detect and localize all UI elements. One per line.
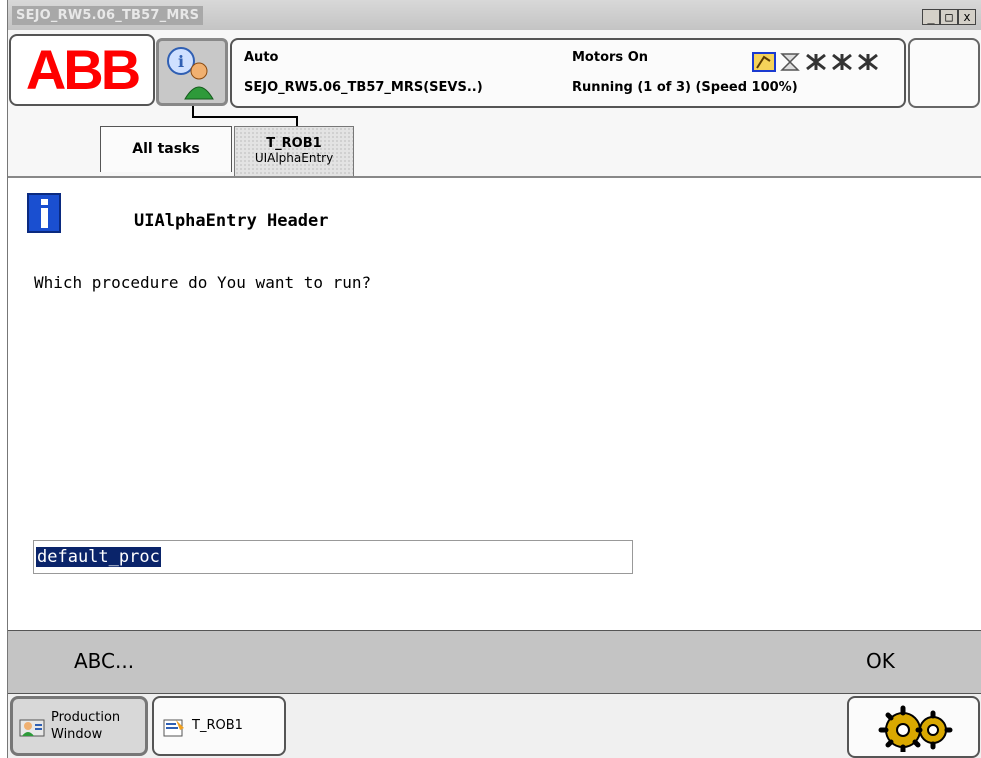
connector-line — [296, 116, 298, 126]
production-window-icon — [19, 719, 45, 737]
ok-button[interactable]: OK — [866, 649, 895, 673]
taskbar: Production Window T_ROB1 — [8, 694, 981, 758]
abb-logo: ABB — [25, 38, 141, 101]
program-state: Running (1 of 3) (Speed 100%) — [572, 80, 798, 95]
procedure-input[interactable]: default_proc — [33, 540, 633, 574]
abc-button[interactable]: ABC... — [74, 649, 134, 673]
tab-t-rob1-sublabel: UIAlphaEntry — [254, 151, 334, 165]
hourglass-icon — [780, 53, 800, 71]
gears-icon — [878, 705, 953, 752]
mechanical-unit-icon — [832, 53, 852, 71]
quickset-info-button[interactable]: i — [156, 38, 228, 106]
info-person-icon: i — [167, 47, 214, 100]
window-controls: _ □ x — [922, 9, 976, 25]
svg-text:i: i — [178, 52, 184, 71]
dialog-question: Which procedure do You want to run? — [34, 273, 372, 292]
system-name: SEJO_RW5.06_TB57_MRS(SEVS..) — [244, 80, 483, 95]
robot-active-icon — [752, 52, 776, 72]
production-window-label: Production Window — [51, 709, 120, 743]
t-rob1-task-label: T_ROB1 — [192, 718, 243, 733]
abb-menu-button[interactable]: ABB — [9, 34, 155, 106]
minimize-button[interactable]: _ — [922, 9, 940, 25]
operating-mode: Auto — [244, 50, 279, 65]
task-icon — [163, 719, 184, 737]
t-rob1-task[interactable]: T_ROB1 — [152, 696, 286, 756]
info-icon — [27, 193, 61, 233]
flexpendant-window: SEJO_RW5.06_TB57_MRS _ □ x ABB i Auto SE… — [7, 0, 981, 758]
command-bar: ABC... OK — [8, 630, 981, 694]
title-bar: SEJO_RW5.06_TB57_MRS _ □ x — [8, 0, 981, 30]
status-bar[interactable]: Auto SEJO_RW5.06_TB57_MRS(SEVS..) Motors… — [230, 38, 906, 108]
production-window-task[interactable]: Production Window — [10, 696, 148, 756]
robot-status-icons — [752, 52, 880, 72]
tab-t-rob1[interactable]: T_ROB1 UIAlphaEntry — [234, 126, 354, 176]
connector-line — [192, 116, 296, 118]
mechanical-unit-icon — [806, 53, 826, 71]
alpha-entry-dialog: UIAlphaEntry Header Which procedure do Y… — [8, 178, 981, 630]
quickset-button[interactable] — [847, 696, 980, 758]
close-button[interactable]: x — [958, 9, 976, 25]
dialog-header: UIAlphaEntry Header — [134, 211, 329, 231]
production-window-line2: Window — [51, 727, 103, 742]
window-title: SEJO_RW5.06_TB57_MRS — [12, 6, 204, 25]
production-window-line1: Production — [51, 710, 121, 725]
maximize-button[interactable]: □ — [940, 9, 958, 25]
motors-state: Motors On — [572, 50, 648, 65]
close-panel-button[interactable] — [908, 38, 980, 108]
tab-all-tasks[interactable]: All tasks — [100, 126, 232, 172]
tab-t-rob1-label: T_ROB1 — [266, 136, 322, 151]
mechanical-unit-icon — [858, 53, 878, 71]
procedure-input-value: default_proc — [36, 547, 161, 567]
